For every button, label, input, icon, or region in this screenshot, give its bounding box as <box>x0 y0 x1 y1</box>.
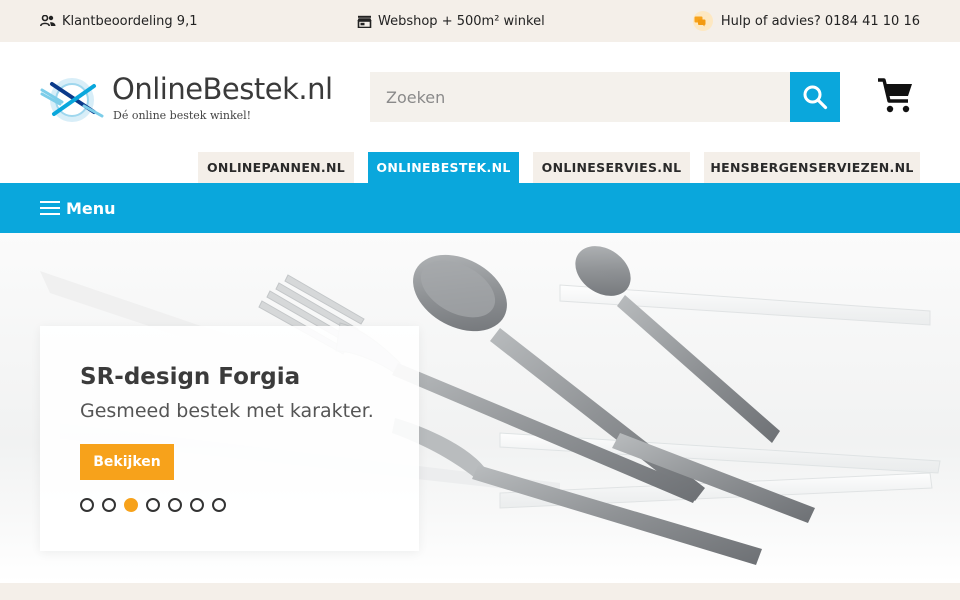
hero-subtitle: Gesmeed bestek met karakter. <box>80 400 374 422</box>
rating-text: Klantbeoordeling 9,1 <box>62 13 198 29</box>
slide-dot-5[interactable] <box>168 498 182 512</box>
search-bar <box>370 72 840 122</box>
search-input[interactable] <box>370 72 790 122</box>
top-bar: Klantbeoordeling 9,1 Webshop + 500m² win… <box>0 0 960 42</box>
slider-dots <box>80 498 234 512</box>
tab-onlinebestek[interactable]: ONLINEBESTEK.NL <box>368 152 519 183</box>
site-logo[interactable]: OnlineBestek.nl Dé online bestek winkel! <box>40 72 340 128</box>
logo-emblem-icon <box>40 78 104 122</box>
slide-dot-2[interactable] <box>102 498 116 512</box>
shop-text: Webshop + 500m² winkel <box>378 13 545 29</box>
hero-title: SR-design Forgia <box>80 364 301 390</box>
menu-bar: Menu <box>0 183 960 233</box>
content-strip <box>0 583 960 600</box>
tab-hensbergenserviezen[interactable]: HENSBERGENSERVIEZEN.NL <box>704 152 920 183</box>
hero-banner: SR-design Forgia Gesmeed bestek met kara… <box>0 233 960 583</box>
help-info[interactable]: Hulp of advies? 0184 41 10 16 <box>692 0 920 42</box>
rating-info[interactable]: Klantbeoordeling 9,1 <box>40 0 197 42</box>
search-icon <box>803 85 828 110</box>
slide-dot-1[interactable] <box>80 498 94 512</box>
view-button[interactable]: Bekijken <box>80 444 174 480</box>
chat-icon <box>692 11 713 31</box>
slide-dot-3[interactable] <box>124 498 138 512</box>
slide-dot-7[interactable] <box>212 498 226 512</box>
help-text: Hulp of advies? 0184 41 10 16 <box>720 13 920 29</box>
hero-card: SR-design Forgia Gesmeed bestek met kara… <box>40 326 419 551</box>
slide-dot-4[interactable] <box>146 498 160 512</box>
logo-tagline: Dé online bestek winkel! <box>113 109 252 122</box>
search-button[interactable] <box>790 72 840 122</box>
cart-button[interactable] <box>874 74 918 118</box>
cart-icon <box>878 78 912 113</box>
logo-name: OnlineBestek.nl <box>112 72 333 106</box>
header: OnlineBestek.nl Dé online bestek winkel! <box>0 42 960 152</box>
menu-label: Menu <box>66 198 116 218</box>
store-icon <box>357 15 372 28</box>
people-icon <box>40 15 56 27</box>
tab-onlineservies[interactable]: ONLINESERVIES.NL <box>533 152 690 183</box>
menu-button[interactable]: Menu <box>40 183 116 233</box>
slide-dot-6[interactable] <box>190 498 204 512</box>
menu-icon <box>40 201 60 215</box>
tab-onlinepannen[interactable]: ONLINEPANNEN.NL <box>198 152 354 183</box>
shop-info[interactable]: Webshop + 500m² winkel <box>357 0 545 42</box>
